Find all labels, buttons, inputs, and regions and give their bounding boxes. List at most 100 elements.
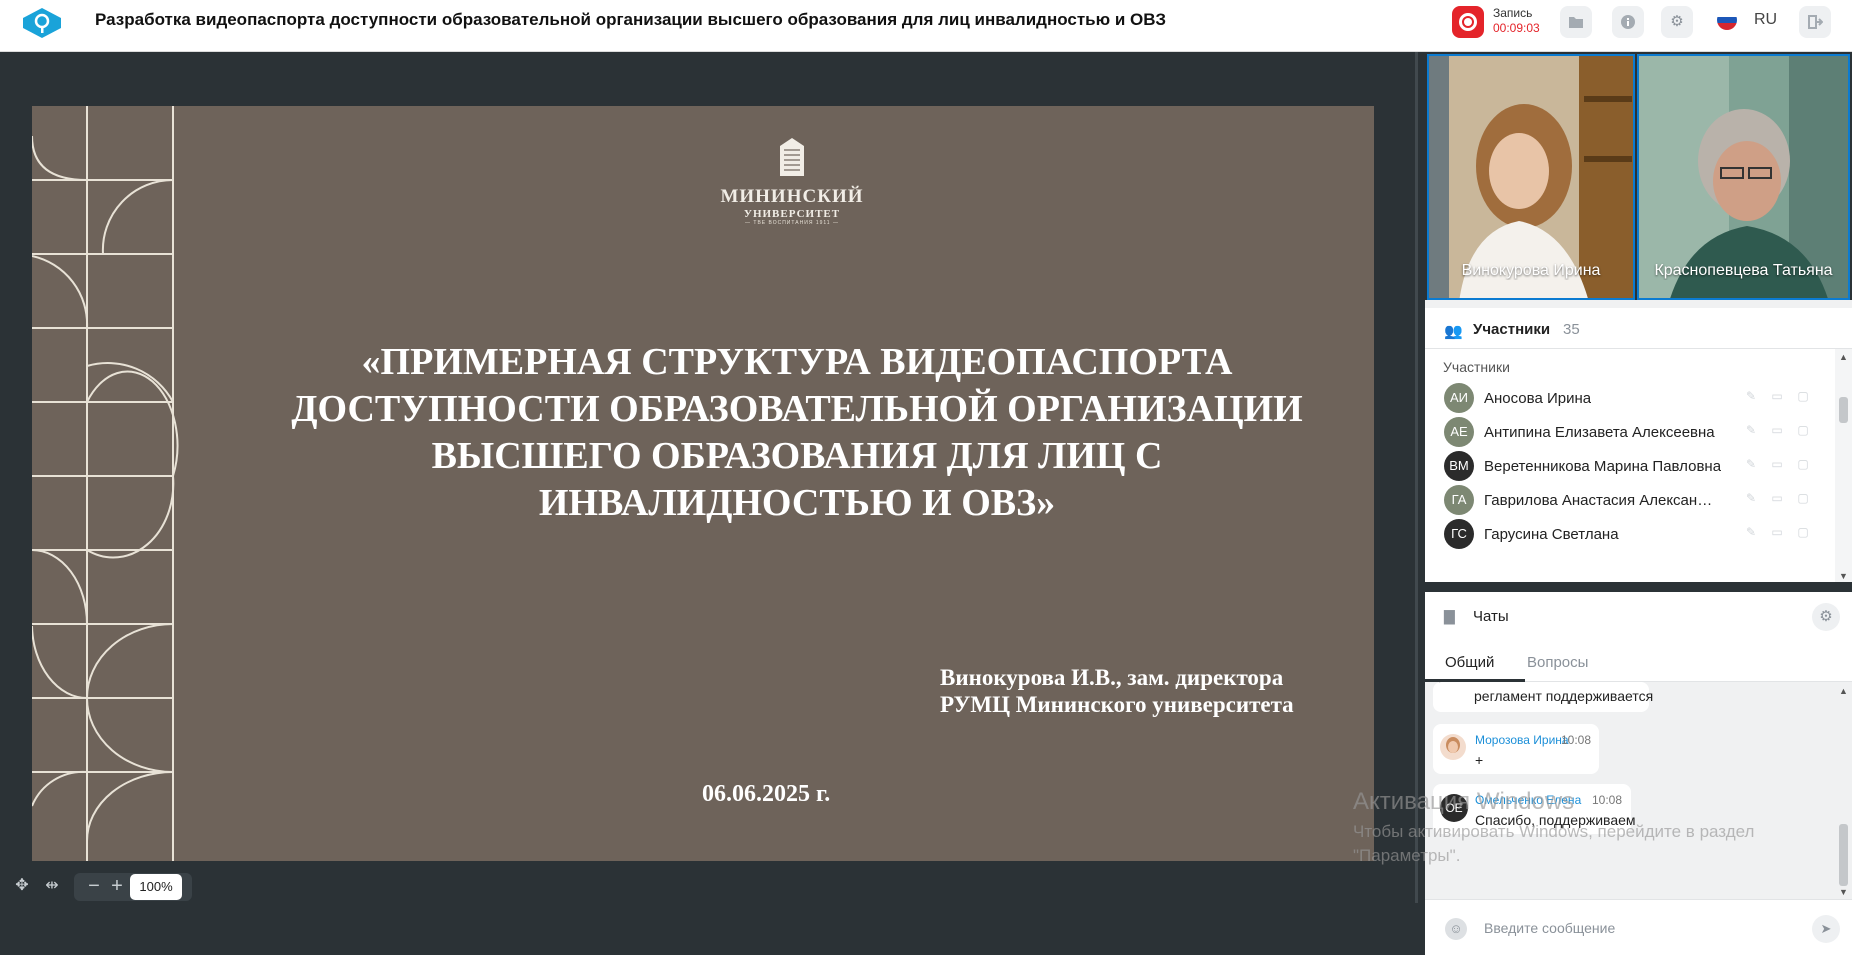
chat-input-bar: ☺ Введите сообщение ➤ [1425, 899, 1852, 955]
slide-title: «ПРИМЕРНАЯ СТРУКТУРА ВИДЕОПАСПОРТА ДОСТУ… [222, 339, 1372, 527]
video-participant-name: Винокурова Ирина [1461, 262, 1601, 279]
camera-off-icon[interactable]: ▭ [1769, 423, 1785, 439]
avatar: ВМ [1444, 451, 1474, 481]
avatar [1440, 734, 1466, 760]
tab-general[interactable]: Общий [1445, 654, 1494, 671]
participants-count: 35 [1563, 321, 1580, 338]
mic-off-icon[interactable]: ✎ [1743, 525, 1759, 541]
chat-scrollbar[interactable]: ▲ ▼ [1835, 682, 1852, 899]
chat-header-label: Чаты [1473, 608, 1509, 625]
participant-name: Веретенникова Марина Павловна [1484, 458, 1722, 475]
mic-off-icon[interactable]: ✎ [1743, 457, 1759, 473]
logo-line-2: УНИВЕРСИТЕТ [743, 208, 841, 220]
meeting-title: Разработка видеопаспорта доступности обр… [95, 10, 1166, 29]
scroll-up-icon[interactable]: ▲ [1835, 686, 1852, 696]
participants-header[interactable]: 👥 Участники 35 [1425, 300, 1852, 348]
avatar: АЕ [1444, 417, 1474, 447]
scrollbar-thumb[interactable] [1839, 397, 1848, 423]
right-panel: Винокурова Ирина Краснопевцева Татьяна 👥… [1425, 52, 1852, 955]
message-author[interactable]: Морозова Ирина [1475, 733, 1569, 747]
slide-author-line-1: Винокурова И.В., зам. директора [940, 665, 1284, 690]
gear-icon[interactable]: ⚙ [1661, 6, 1693, 38]
university-logo: МИНИНСКИЙ УНИВЕРСИТЕТ — ТВЕ ВОСПИТАНИЯ 1… [712, 138, 872, 226]
participant-name: Гаврилова Анастасия Александровна [1484, 492, 1719, 509]
chat-settings-gear-icon[interactable]: ⚙ [1812, 603, 1840, 631]
avatar: АИ [1444, 383, 1474, 413]
app-logo-icon [20, 6, 64, 40]
scroll-down-icon[interactable]: ▼ [1835, 887, 1852, 897]
participant-name: Гарусина Светлана [1484, 526, 1619, 543]
participants-icon: 👥 [1444, 323, 1463, 340]
message-text: + [1475, 752, 1484, 768]
camera-off-icon[interactable]: ▭ [1769, 389, 1785, 405]
avatar: ОЕ [1440, 794, 1468, 822]
scroll-up-icon[interactable]: ▲ [1835, 352, 1852, 362]
scrollbar-thumb[interactable] [1839, 824, 1848, 886]
emoji-icon[interactable]: ☺ [1445, 918, 1467, 940]
send-icon[interactable]: ➤ [1812, 915, 1840, 943]
screen-share-icon[interactable]: ▢ [1795, 423, 1811, 439]
university-building-icon [780, 138, 804, 176]
exit-icon[interactable] [1799, 6, 1831, 38]
message-author[interactable]: Омельченко Елена [1475, 793, 1581, 807]
slide-title-line: ВЫСШЕГО ОБРАЗОВАНИЯ ДЛЯ ЛИЦ С [431, 435, 1163, 477]
chat-message: Морозова Ирина 10:08 + [1433, 724, 1599, 774]
video-grid: Винокурова Ирина Краснопевцева Татьяна [1425, 52, 1852, 300]
slide-title-line: ДОСТУПНОСТИ ОБРАЗОВАТЕЛЬНОЙ ОРГАНИЗАЦИИ [291, 388, 1303, 430]
folder-icon[interactable] [1560, 6, 1592, 38]
mic-off-icon[interactable]: ✎ [1743, 491, 1759, 507]
chat-header[interactable]: ▇ Чаты ⚙ [1425, 592, 1852, 642]
participants-header-label: Участники [1473, 321, 1551, 338]
mic-off-icon[interactable]: ✎ [1743, 389, 1759, 405]
participants-scrollbar[interactable]: ▲ ▼ [1835, 349, 1852, 583]
chat-bubble-icon: ▇ [1444, 608, 1455, 624]
fit-width-icon[interactable]: ⇹ [38, 873, 66, 899]
chat-message: регламент поддерживается [1433, 682, 1653, 712]
screen-share-icon[interactable]: ▢ [1795, 389, 1811, 405]
scroll-down-icon[interactable]: ▼ [1835, 571, 1852, 581]
mic-off-icon[interactable]: ✎ [1743, 423, 1759, 439]
pan-icon[interactable]: ✥ [8, 873, 36, 899]
presentation-slide: МИНИНСКИЙ УНИВЕРСИТЕТ — ТВЕ ВОСПИТАНИЯ 1… [32, 106, 1374, 861]
message-time: 10:08 [1561, 733, 1592, 747]
logo-line-1: МИНИНСКИЙ [720, 186, 864, 207]
camera-off-icon[interactable]: ▭ [1769, 491, 1785, 507]
flag-icon[interactable] [1717, 10, 1737, 30]
tab-questions[interactable]: Вопросы [1527, 654, 1588, 671]
camera-off-icon[interactable]: ▭ [1769, 457, 1785, 473]
logo-line-3: — ТВЕ ВОСПИТАНИЯ 1911 — [745, 220, 839, 226]
screen-share-icon[interactable]: ▢ [1795, 525, 1811, 541]
section-separator [1425, 582, 1852, 592]
participant-row[interactable]: ГС Гарусина Светлана ✎ ▭ ▢ [1425, 515, 1835, 555]
participants-list: Участники АИ Аносова Ирина ✎ ▭ ▢ АЕ Анти… [1425, 348, 1852, 583]
presentation-stage: МИНИНСКИЙ УНИВЕРСИТЕТ — ТВЕ ВОСПИТАНИЯ 1… [0, 52, 1415, 903]
video-tile[interactable]: Краснопевцева Татьяна [1637, 54, 1850, 300]
top-bar: Разработка видеопаспорта доступности обр… [0, 0, 1852, 52]
video-tile[interactable]: Винокурова Ирина [1427, 54, 1635, 300]
message-input[interactable]: Введите сообщение [1484, 920, 1615, 936]
language-selector[interactable]: RU [1754, 11, 1777, 29]
participant-name: Аносова Ирина [1484, 390, 1592, 407]
screen-share-icon[interactable]: ▢ [1795, 491, 1811, 507]
screen-share-icon[interactable]: ▢ [1795, 457, 1811, 473]
record-timer: 00:09:03 [1493, 21, 1540, 35]
panel-divider[interactable] [1415, 52, 1425, 903]
slide-decor-pattern [32, 106, 179, 861]
participants-section-label: Участники [1443, 359, 1510, 375]
slide-title-line: «ПРИМЕРНАЯ СТРУКТУРА ВИДЕОПАСПОРТА [361, 341, 1233, 383]
chat-message: ОЕ Омельченко Елена 10:08 Спасибо, подде… [1433, 784, 1636, 834]
message-text: регламент поддерживается [1474, 688, 1654, 704]
slide-date: 06.06.2025 г. [702, 781, 831, 807]
info-icon[interactable] [1612, 6, 1644, 38]
slide-title-line: ИНВАЛИДНОСТЬЮ И ОВЗ» [538, 482, 1056, 524]
zoom-in-button[interactable]: + [103, 873, 131, 899]
camera-off-icon[interactable]: ▭ [1769, 525, 1785, 541]
zoom-level-input[interactable]: 100% [130, 874, 182, 900]
avatar: ГС [1444, 519, 1474, 549]
chat-tabs: Общий Вопросы [1425, 642, 1852, 682]
slide-author: Винокурова И.В., зам. директора РУМЦ Мин… [940, 664, 1294, 718]
message-time: 10:08 [1592, 793, 1623, 807]
record-label: Запись [1493, 6, 1533, 20]
record-icon[interactable] [1452, 6, 1484, 38]
participant-name: Антипина Елизавета Алексеевна [1484, 424, 1715, 441]
